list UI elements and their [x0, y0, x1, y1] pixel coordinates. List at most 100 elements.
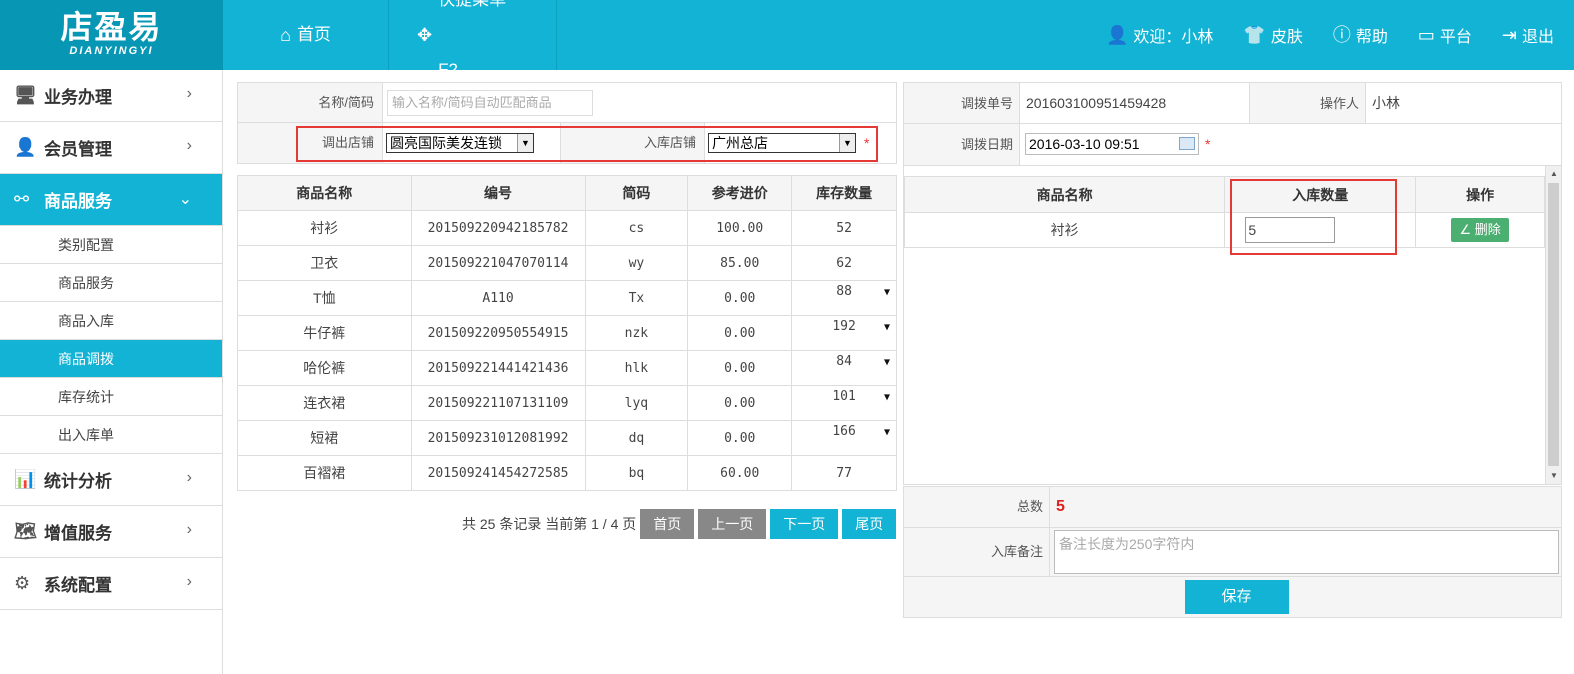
scroll-down-icon[interactable]: ▼	[1546, 468, 1562, 484]
next-page-button[interactable]: 下一页	[770, 509, 839, 539]
dropdown-arrow-icon[interactable]: ▼	[884, 287, 890, 298]
logout-label: 退出	[1521, 29, 1554, 46]
col-abbr: 简码	[584, 175, 689, 211]
logout-button[interactable]: ⇥ 退出	[1502, 23, 1554, 47]
goods-abbr-cell: nzk	[584, 315, 689, 351]
sidebar-item-member[interactable]: 👤 会员管理 ›	[0, 122, 222, 174]
nav-home[interactable]: ⌂ 首页	[223, 0, 389, 70]
scroll-up-icon[interactable]: ▲	[1546, 166, 1562, 182]
sidebar-item-stats[interactable]: 📊 统计分析 ›	[0, 454, 222, 506]
prev-page-button[interactable]: 上一页	[698, 509, 767, 539]
table-row[interactable]: 衬衫 201509220942185782 cs 100.00 52	[237, 210, 897, 246]
dropdown-arrow-icon[interactable]: ▼	[884, 392, 890, 403]
highlight-box-stores	[296, 126, 878, 162]
dropdown-arrow-icon[interactable]: ▼	[884, 427, 890, 438]
sidebar-item-label: 会员管理	[44, 140, 112, 159]
transfer-action-cell: ∠ 删除	[1415, 212, 1545, 248]
user-add-icon: 👤	[14, 137, 37, 157]
sidebar-item-value-added[interactable]: 🗺 增值服务 ›	[0, 506, 222, 558]
goods-name-cell: 卫衣	[237, 245, 412, 281]
goods-name-cell: 百褶裙	[237, 455, 412, 491]
sidebar-sub-transfer[interactable]: 商品调拨	[0, 340, 222, 378]
shirt-icon: 👕	[1243, 25, 1266, 45]
chevron-right-icon: ›	[186, 137, 192, 154]
sidebar-sub-category[interactable]: 类别配置	[0, 226, 222, 264]
scrollbar[interactable]: ▲ ▼	[1545, 166, 1561, 484]
remark-textarea[interactable]: 备注长度为250字符内	[1054, 530, 1559, 574]
goods-abbr-cell: lyq	[584, 385, 689, 421]
operator-value: 小林	[1372, 95, 1400, 111]
goods-abbr-cell: hlk	[584, 350, 689, 386]
goods-price-cell: 0.00	[687, 420, 793, 456]
sidebar-sub-stock-in[interactable]: 商品入库	[0, 302, 222, 340]
transfer-table: 商品名称 入库数量 操作 衬衫 5 ∠ 删除	[903, 176, 1545, 248]
sidebar-sub-io-orders[interactable]: 出入库单	[0, 416, 222, 454]
platform-label: 平台	[1439, 29, 1472, 46]
platform-button[interactable]: ▭ 平台	[1418, 23, 1472, 47]
goods-abbr-cell: wy	[584, 245, 689, 281]
goods-name-cell: T恤	[237, 280, 412, 316]
goods-code-cell: 201509221441421436	[410, 350, 586, 386]
goods-price-cell: 60.00	[687, 455, 793, 491]
goods-name-cell: 连衣裙	[237, 385, 412, 421]
name-row: 名称/简码 输入名称/简码自动匹配商品	[238, 83, 896, 123]
goods-code-cell: 201509220942185782	[410, 210, 586, 246]
last-page-button[interactable]: 尾页	[842, 509, 897, 539]
transfer-date-value: 2016-03-10 09:51	[1029, 136, 1140, 152]
sidebar-sub-goods[interactable]: 商品服务	[0, 264, 222, 302]
skin-button[interactable]: 👕 皮肤	[1243, 23, 1302, 47]
col-name: 商品名称	[237, 175, 412, 211]
sidebar-item-system[interactable]: ⚙ 系统配置 ›	[0, 558, 222, 610]
sidebar-item-label: 增值服务	[44, 524, 112, 543]
first-page-button[interactable]: 首页	[640, 509, 695, 539]
edit-icon: ∠	[1459, 222, 1475, 237]
table-row[interactable]: 短裙 201509231012081992 dq 0.00 166 ▼	[237, 420, 897, 456]
col-stock: 库存数量	[791, 175, 897, 211]
sidebar-item-label: 商品服务	[44, 192, 112, 211]
transfer-date-input[interactable]: 2016-03-10 09:51	[1025, 133, 1199, 155]
goods-price-cell: 0.00	[687, 385, 793, 421]
table-row[interactable]: 百褶裙 201509241454272585 bq 60.00 77	[237, 455, 897, 491]
link-icon: ⚯	[14, 189, 30, 209]
save-button[interactable]: 保存	[1184, 580, 1289, 614]
help-icon: ⓘ	[1332, 25, 1351, 45]
highlight-box-qty	[1230, 179, 1397, 255]
delete-button[interactable]: ∠ 删除	[1451, 218, 1509, 242]
table-row: 衬衫 5 ∠ 删除	[903, 212, 1545, 248]
skin-label: 皮肤	[1270, 29, 1303, 46]
transfer-goods-name: 衬衫	[903, 212, 1226, 248]
stock-value: 101	[832, 388, 856, 404]
help-button[interactable]: ⓘ 帮助	[1333, 23, 1388, 47]
logo[interactable]: 店盈易 DIANYINGYI	[0, 0, 223, 70]
logout-icon: ⇥	[1501, 25, 1517, 45]
table-row[interactable]: 卫衣 201509221047070114 wy 85.00 62	[237, 245, 897, 281]
scroll-thumb[interactable]	[1548, 183, 1559, 466]
dropdown-arrow-icon[interactable]: ▼	[884, 322, 890, 333]
table-row[interactable]: 牛仔裤 201509220950554915 nzk 0.00 192 ▼	[237, 315, 897, 351]
sidebar-sub-inventory[interactable]: 库存统计	[0, 378, 222, 416]
sidebar-item-business[interactable]: 🖥 业务办理 ›	[0, 70, 222, 122]
table-row[interactable]: 哈伦裤 201509221441421436 hlk 0.00 84 ▼	[237, 350, 897, 386]
monitor-chart-icon: 🖥	[14, 85, 37, 105]
name-search-input[interactable]: 输入名称/简码自动匹配商品	[387, 89, 593, 116]
dropdown-arrow-icon[interactable]: ▼	[884, 357, 890, 368]
top-right-menu: 👤 欢迎：小林 👕 皮肤 ⓘ 帮助 ▭ 平台 ⇥ 退出	[1106, 0, 1554, 70]
sidebar-item-goods[interactable]: ⚯ 商品服务 ⌄	[0, 174, 222, 226]
required-mark: *	[1205, 136, 1211, 152]
goods-name-cell: 哈伦裤	[237, 350, 412, 386]
chevron-right-icon: ›	[186, 521, 192, 538]
transfer-table-header: 商品名称 入库数量 操作	[903, 176, 1545, 213]
home-icon: ⌂	[280, 25, 291, 45]
welcome-user[interactable]: 👤 欢迎：小林	[1106, 23, 1213, 47]
nav-quick-menu[interactable]: ✥ 快捷菜单 F2	[389, 0, 557, 79]
table-row[interactable]: 连衣裙 201509221107131109 lyq 0.00 101 ▼	[237, 385, 897, 421]
delete-label: 删除	[1474, 222, 1501, 237]
calendar-icon[interactable]	[1179, 137, 1195, 150]
chevron-right-icon: ›	[186, 85, 192, 102]
goods-table-header: 商品名称 编号 简码 参考进价 库存数量	[237, 175, 897, 211]
goods-stock-cell: 77	[791, 455, 897, 491]
table-row[interactable]: T恤 A110 Tx 0.00 88 ▼	[237, 280, 897, 316]
goods-stock-cell: 84 ▼	[791, 350, 897, 386]
goods-code-cell: 201509221107131109	[410, 385, 586, 421]
sidebar-item-label: 系统配置	[44, 576, 112, 595]
